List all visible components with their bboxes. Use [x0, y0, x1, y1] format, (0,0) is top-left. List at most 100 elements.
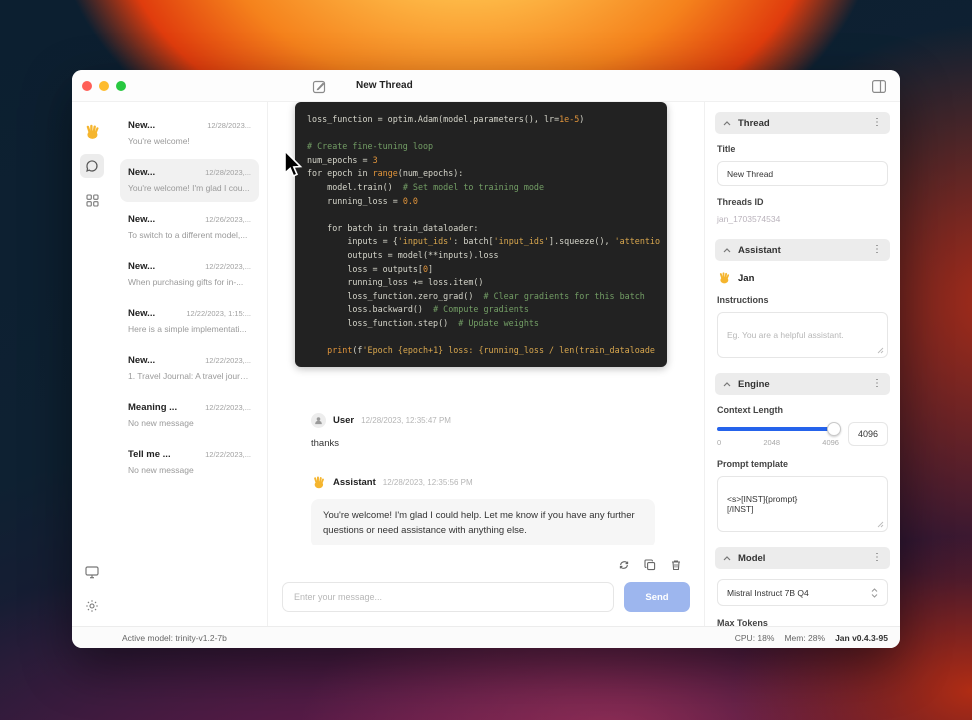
cpu-usage: CPU: 18% [734, 632, 775, 643]
regenerate-icon[interactable] [616, 557, 632, 573]
model-menu-icon[interactable]: ⋮ [872, 553, 882, 563]
toggle-right-panel-icon[interactable] [870, 77, 888, 95]
user-avatar-icon [311, 413, 326, 428]
thread-item-preview: To switch to a different model,... [128, 230, 248, 240]
chat-column: loss_function = optim.Adam(model.paramet… [268, 102, 705, 626]
copy-icon[interactable] [642, 557, 658, 573]
app-version: Jan v0.4.3-95 [835, 632, 888, 643]
new-thread-icon[interactable] [310, 77, 328, 95]
thread-item-date: 12/22/2023, 1:15:... [186, 309, 251, 318]
max-tokens-label: Max Tokens [717, 618, 768, 626]
assistant-avatar-icon [314, 476, 324, 489]
rail-chat-tab[interactable] [80, 154, 104, 178]
thread-item-title: New... [128, 261, 156, 272]
model-select[interactable]: Mistral Instruct 7B Q4 [717, 579, 888, 606]
thread-item-title: New... [128, 120, 156, 131]
code-line: running_loss += loss.item() [307, 277, 484, 288]
thread-item-preview: Here is a simple implementati... [128, 324, 247, 334]
assistant-message: Assistant 12/28/2023, 12:35:56 PM You're… [295, 475, 667, 545]
context-length-slider[interactable] [717, 422, 841, 436]
slider-knob[interactable] [827, 422, 841, 436]
thread-list-item[interactable]: Tell me ... 12/22/2023,... No new message [120, 441, 259, 484]
prompt-template-textarea[interactable]: <s>[INST]{prompt} [/INST] [717, 476, 888, 532]
code-line: num_epochs = 3 [307, 154, 378, 165]
thread-section: Thread ⋮ Title Threads ID jan_1703574534 [715, 112, 890, 228]
assistant-bubble: You're welcome! I'm glad I could help. L… [311, 499, 655, 545]
thread-item-title: Tell me ... [128, 449, 171, 460]
thread-item-preview: No new message [128, 418, 194, 428]
model-section-header[interactable]: Model ⋮ [715, 547, 890, 569]
tick-min: 0 [717, 438, 722, 447]
main-area: New... 12/28/2023... You're welcome! New...… [72, 102, 900, 626]
thread-list-item[interactable]: New... 12/22/2023, 1:15:... Here is a simp… [120, 300, 259, 343]
instructions-textarea[interactable]: Eg. You are a helpful assistant. [717, 312, 888, 358]
resize-handle-icon[interactable] [877, 521, 884, 528]
thread-list-item[interactable]: Meaning ... 12/22/2023,... No new message [120, 394, 259, 437]
code-line: loss.backward() # Compute gradients [307, 304, 529, 315]
assistant-section-header[interactable]: Assistant ⋮ [715, 239, 890, 261]
model-section: Model ⋮ Mistral Instruct 7B Q4 Max Token… [715, 547, 890, 626]
chevron-up-icon [723, 120, 731, 125]
code-line: loss = outputs[0] [307, 263, 434, 274]
send-button[interactable]: Send [624, 582, 690, 612]
mem-usage: Mem: 28% [784, 632, 826, 643]
thread-item-preview: You're welcome! [128, 136, 190, 146]
thread-item-date: 12/28/2023... [207, 121, 251, 130]
code-line: for batch in train_dataloader: [307, 222, 479, 233]
code-line: # Create fine-tuning loop [307, 141, 434, 152]
thread-item-preview: 1. Travel Journal: A travel journ... [128, 371, 251, 381]
chevron-up-icon [723, 381, 731, 386]
instructions-placeholder: Eg. You are a helpful assistant. [727, 330, 844, 340]
zoom-window-button[interactable] [116, 80, 126, 91]
user-message: User 12/28/2023, 12:35:47 PM thanks [295, 413, 667, 449]
message-timestamp: 12/28/2023, 12:35:56 PM [382, 478, 473, 487]
message-timestamp: 12/28/2023, 12:35:47 PM [361, 416, 451, 425]
right-panel: Thread ⋮ Title Threads ID jan_1703574534… [705, 102, 900, 626]
jan-hand-icon [719, 272, 730, 284]
chat-scroll-area[interactable]: loss_function = optim.Adam(model.paramet… [268, 102, 704, 545]
thread-list-item[interactable]: New... 12/28/2023... You're welcome! [120, 112, 259, 155]
minimize-window-button[interactable] [99, 80, 109, 91]
message-text: thanks [311, 438, 339, 449]
code-line: print(f'Epoch {epoch+1} loss: {running_l… [327, 345, 655, 356]
context-length-value[interactable]: 4096 [848, 422, 888, 446]
code-line: loss_function.zero_grad() # Clear gradie… [307, 290, 645, 301]
thread-menu-icon[interactable]: ⋮ [872, 118, 882, 128]
engine-section-header[interactable]: Engine ⋮ [715, 373, 890, 395]
assistant-menu-icon[interactable]: ⋮ [872, 245, 882, 255]
thread-item-date: 12/22/2023,... [205, 262, 251, 271]
thread-title-input[interactable] [717, 161, 888, 186]
code-block: loss_function = optim.Adam(model.paramet… [295, 102, 667, 367]
traffic-lights [72, 80, 268, 91]
section-title: Assistant [738, 244, 781, 256]
rail-hub-tab[interactable] [80, 188, 104, 212]
system-monitor-icon[interactable] [80, 560, 104, 584]
title-label: Title [717, 144, 736, 154]
thread-list-item[interactable]: New... 12/28/2023,... You're welcome! I'm … [120, 159, 259, 202]
thread-list-item[interactable]: New... 12/26/2023,... To switch to a diffe… [120, 206, 259, 249]
engine-menu-icon[interactable]: ⋮ [872, 379, 882, 389]
model-select-value: Mistral Instruct 7B Q4 [727, 587, 809, 598]
message-input[interactable] [282, 582, 614, 612]
settings-gear-icon[interactable] [80, 594, 104, 618]
thread-list-item[interactable]: New... 12/22/2023,... When purchasing gift… [120, 253, 259, 296]
thread-list-item[interactable]: New... 12/22/2023,... 1. Travel Journal: A… [120, 347, 259, 390]
assistant-name: Jan [738, 272, 755, 284]
thread-item-preview: You're welcome! I'm glad I cou... [128, 183, 250, 193]
tick-max: 4096 [822, 438, 839, 447]
thread-item-date: 12/22/2023,... [205, 403, 251, 412]
delete-icon[interactable] [668, 557, 684, 573]
message-actions [268, 545, 704, 573]
resize-handle-icon[interactable] [877, 347, 884, 354]
thread-item-date: 12/28/2023,... [205, 168, 251, 177]
code-line: loss_function.step() # Update weights [307, 317, 539, 328]
page-title: New Thread [356, 80, 413, 91]
section-title: Thread [738, 117, 770, 129]
code-line: outputs = model(**inputs).loss [307, 249, 499, 260]
prompt-template-label: Prompt template [717, 459, 789, 469]
close-window-button[interactable] [82, 80, 92, 91]
thread-list: New... 12/28/2023... You're welcome! New...… [112, 102, 268, 626]
thread-section-header[interactable]: Thread ⋮ [715, 112, 890, 134]
